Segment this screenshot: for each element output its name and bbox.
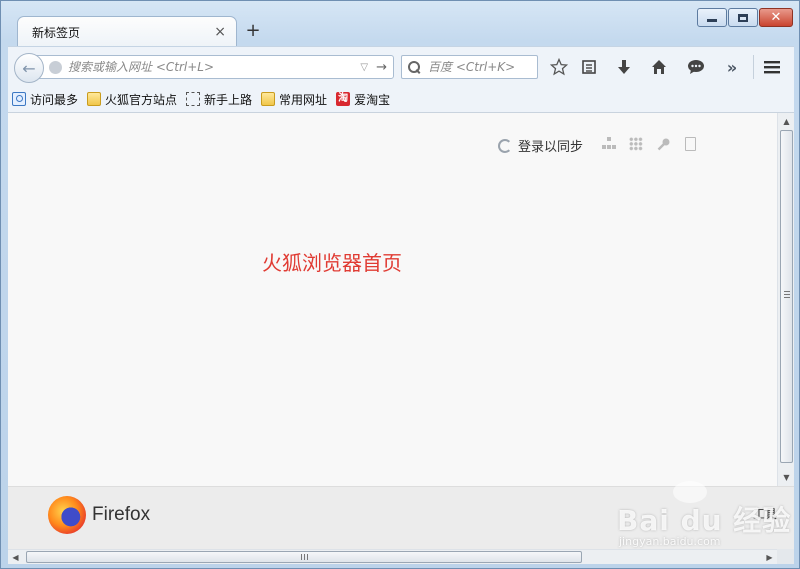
bookmark-label: 访问最多 [30, 92, 79, 107]
page-headline: 火狐浏览器首页 [262, 251, 402, 275]
maximize-icon [738, 13, 748, 22]
close-window-button[interactable]: ✕ [759, 8, 793, 27]
bookmark-most-visited[interactable]: 访问最多 [12, 91, 78, 108]
search-icon [408, 61, 420, 73]
sync-icon [498, 138, 512, 153]
history-dropmarker-icon[interactable]: ▽ [360, 62, 368, 73]
scroll-right-icon[interactable]: ▶ [762, 550, 777, 565]
home-icon[interactable] [649, 57, 669, 77]
overflow-icon[interactable]: » [722, 57, 742, 77]
tab-close-icon[interactable]: × [214, 24, 226, 40]
bookmark-label: 爱淘宝 [354, 92, 391, 107]
bookmark-common-sites[interactable]: 常用网址 [261, 91, 327, 108]
scroll-down-icon[interactable]: ▼ [778, 469, 795, 486]
bookmark-firefox-official[interactable]: 火狐官方站点 [87, 91, 177, 108]
bookmark-label: 新手上路 [204, 92, 253, 107]
browser-window: ✕ 新标签页 × + ▽ → ← » [0, 0, 800, 569]
folder-icon [261, 92, 276, 106]
scroll-up-icon[interactable]: ▲ [778, 113, 795, 130]
new-tab-button[interactable]: + [244, 20, 262, 41]
url-bar[interactable]: ▽ → [36, 55, 394, 79]
bookmark-label: 常用网址 [279, 92, 328, 107]
close-icon: ✕ [770, 10, 782, 25]
sync-label: 登录以同步 [518, 140, 584, 155]
bookmark-getting-started[interactable]: 新手上路 [186, 91, 252, 108]
scrollbar-corner [777, 549, 794, 564]
reading-list-icon[interactable] [579, 57, 599, 77]
tools-link[interactable]: 工具 [753, 505, 777, 522]
minimize-icon [707, 19, 717, 22]
vertical-scroll-thumb[interactable] [780, 130, 793, 463]
grip-icon [784, 291, 790, 298]
tab-new-tab[interactable]: 新标签页 × [17, 16, 237, 47]
scroll-left-icon[interactable]: ◀ [8, 550, 23, 565]
window-caption-buttons: ✕ [697, 8, 793, 27]
dotted-folder-icon [186, 92, 201, 106]
menu-icon[interactable] [762, 57, 782, 77]
go-arrow-icon[interactable]: → [376, 60, 387, 75]
search-bar[interactable] [401, 55, 538, 79]
horizontal-scrollbar[interactable]: ◀ ▶ [8, 549, 777, 564]
sync-link[interactable]: 登录以同步 [498, 136, 583, 155]
download-icon[interactable] [614, 57, 634, 77]
folder-icon [87, 92, 102, 106]
page-footer: Firefox 工具 [8, 486, 794, 549]
minimize-button[interactable] [697, 8, 727, 27]
most-visited-icon [12, 92, 26, 106]
navigation-toolbar: ▽ → ← » [8, 46, 794, 86]
url-input[interactable] [68, 60, 361, 74]
bookmark-label: 火狐官方站点 [105, 92, 178, 107]
grip-icon [301, 554, 308, 560]
bookmarks-toolbar: 访问最多 火狐官方站点 新手上路 常用网址 淘 爱淘宝 [8, 86, 794, 113]
page-content: 登录以同步 火狐浏览器首页 [8, 113, 777, 486]
vertical-scrollbar[interactable]: ▲ ▼ [777, 113, 794, 486]
tab-title: 新标签页 [32, 25, 81, 40]
back-arrow-icon: ← [22, 58, 36, 78]
search-input[interactable] [428, 60, 528, 74]
taobao-icon: 淘 [336, 92, 351, 106]
firefox-brand: Firefox [92, 504, 151, 525]
firefox-logo-icon [48, 496, 86, 534]
toolbar-separator [753, 55, 754, 79]
chat-icon[interactable] [686, 57, 706, 77]
back-button[interactable]: ← [14, 53, 44, 83]
grid-icon[interactable] [629, 137, 643, 151]
maximize-button[interactable] [728, 8, 758, 27]
horizontal-scroll-thumb[interactable] [26, 551, 582, 563]
wrench-icon[interactable] [657, 137, 671, 151]
sitemap-icon[interactable] [602, 137, 616, 151]
bookmark-ai-taobao[interactable]: 淘 爱淘宝 [336, 91, 390, 108]
page-icon[interactable] [685, 137, 696, 151]
bookmark-star-icon[interactable] [549, 57, 569, 77]
globe-icon [49, 60, 62, 74]
